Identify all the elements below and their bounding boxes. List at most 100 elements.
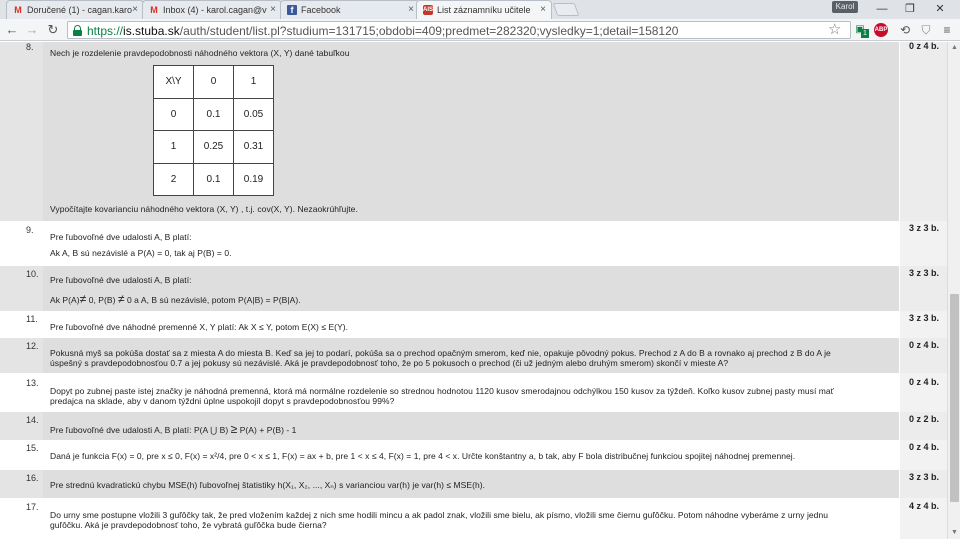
tab-title: Doručené (1) - cagan.karo	[27, 5, 133, 15]
browser-toolbar: ← → ↻ https://is.stuba.sk/auth/student/l…	[0, 19, 960, 41]
question-number: 13.	[26, 378, 39, 388]
gmail-icon: M	[150, 5, 158, 15]
back-button[interactable]: ←	[4, 22, 20, 38]
tab-facebook[interactable]: f Facebook ×	[280, 0, 420, 19]
question-row: 15. 0 z 4 b. Daná je funkcia F(x) = 0, p…	[0, 440, 947, 470]
facebook-icon: f	[287, 5, 297, 15]
question-number: 9.	[26, 225, 34, 235]
question-text: Nech je rozdelenie pravdepodobnosti náho…	[50, 48, 350, 58]
greater-equal-symbol: ≥	[230, 422, 238, 436]
question-points: 0 z 2 b.	[908, 414, 939, 424]
table-cell: X\Y	[153, 65, 194, 99]
forward-button[interactable]: →	[24, 22, 40, 38]
shield-icon[interactable]: ⛉	[918, 22, 934, 38]
table-cell: 0.1	[193, 162, 234, 196]
question-number: 11.	[26, 314, 38, 324]
question-text: guľôčku. Aká je pravdepodobnosť toho, že…	[50, 520, 327, 530]
scroll-up-arrow-icon[interactable]: ▲	[948, 42, 960, 54]
question-row: 17. 4 z 4 b. Do urny sme postupne vložil…	[0, 498, 947, 539]
url-path: /auth/student/list.pl?studium=131715;obd…	[179, 24, 679, 38]
adblock-plus-icon[interactable]: ABP	[874, 23, 888, 37]
question-points: 0 z 4 b.	[908, 42, 939, 51]
question-row: 14. 0 z 2 b. Pre ľubovoľné dve udalosti …	[0, 412, 947, 440]
url-scheme: https://	[87, 24, 124, 38]
text-fragment: Pre ľubovoľné dve udalosti A, B platí: P…	[50, 425, 231, 435]
question-number: 17.	[26, 502, 39, 512]
profile-badge[interactable]: Karol	[832, 1, 858, 13]
question-points: 3 z 3 b.	[908, 223, 939, 233]
url-text[interactable]: https://is.stuba.sk/auth/student/list.pl…	[87, 24, 678, 38]
table-cell: 0.25	[193, 130, 234, 164]
close-icon[interactable]: ×	[408, 4, 414, 15]
extension-icon[interactable]: ▣ 1	[852, 22, 869, 38]
sync-extension-icon[interactable]: ⟲	[897, 22, 913, 38]
not-equal-symbol: ≠	[79, 292, 87, 306]
question-text: úspešný s pravdepodobnosťou 0.7 a jej po…	[50, 358, 729, 368]
question-points: 0 z 4 b.	[908, 377, 939, 387]
text-fragment: P(A) + P(B) - 1	[237, 425, 297, 435]
question-row: 13. 0 z 4 b. Dopyt po zubnej paste istej…	[0, 373, 947, 412]
question-points: 3 z 3 b.	[908, 313, 939, 323]
reload-button[interactable]: ↻	[45, 22, 61, 38]
extension-badge: 1	[861, 29, 869, 38]
menu-icon[interactable]: ≡	[939, 22, 955, 38]
table-cell: 0.05	[233, 97, 274, 131]
table-cell: 0	[193, 65, 234, 99]
question-number: 12.	[26, 341, 39, 351]
restore-button[interactable]: ❐	[896, 0, 924, 19]
question-text: Daná je funkcia F(x) = 0, pre x ≤ 0, F(x…	[50, 451, 796, 461]
question-points: 3 z 3 b.	[908, 472, 939, 482]
tab-strip: M Doručené (1) - cagan.karo × M Inbox (4…	[0, 0, 960, 19]
question-points: 4 z 4 b.	[908, 501, 939, 511]
page-content: 8. 0 z 4 b. Nech je rozdelenie pravdepod…	[0, 42, 947, 539]
tab-gmail-2[interactable]: M Inbox (4) - karol.cagan@v ×	[142, 0, 282, 19]
question-text: Vypočítajte kovarianciu náhodného vektor…	[50, 204, 358, 214]
text-fragment: Ak P(A)	[50, 295, 80, 305]
tab-gmail-1[interactable]: M Doručené (1) - cagan.karo ×	[6, 0, 144, 19]
table-cell: 2	[153, 162, 194, 196]
question-text: predajca na sklade, aby v danom týždni ú…	[50, 396, 395, 406]
tab-title: Facebook	[301, 5, 341, 15]
address-bar[interactable]: https://is.stuba.sk/auth/student/list.pl…	[67, 21, 887, 39]
question-text: Dopyt po zubnej paste istej značky je ná…	[50, 386, 834, 396]
minimize-button[interactable]: —	[868, 0, 896, 19]
question-number: 14.	[26, 415, 39, 425]
question-points: 0 z 4 b.	[908, 442, 939, 452]
question-number: 8.	[26, 42, 34, 52]
close-icon[interactable]: ×	[270, 4, 276, 15]
gmail-icon: M	[14, 5, 22, 15]
lock-icon	[73, 25, 82, 36]
new-tab-button[interactable]	[552, 3, 580, 16]
question-number: 15.	[26, 443, 39, 453]
question-points: 3 z 3 b.	[908, 268, 939, 278]
question-number: 10.	[26, 269, 39, 279]
question-text: Pre ľubovoľné dve udalosti A, B platí:	[50, 232, 192, 242]
question-points: 0 z 4 b.	[908, 340, 939, 350]
question-text: Pokusná myš sa pokúša dostať sa z miesta…	[50, 348, 831, 358]
close-icon[interactable]: ×	[540, 4, 546, 15]
table-cell: 0.1	[193, 97, 234, 131]
text-fragment: 0 a A, B sú nezávislé, potom P(A|B) = P(…	[124, 295, 301, 305]
not-equal-symbol: ≠	[117, 292, 125, 306]
bookmark-star-icon[interactable]: ☆	[828, 21, 841, 39]
scroll-down-arrow-icon[interactable]: ▼	[948, 527, 960, 539]
vertical-scrollbar[interactable]: ▲ ▼	[947, 42, 960, 539]
question-row: 12. 0 z 4 b. Pokusná myš sa pokúša dosta…	[0, 338, 947, 373]
tab-list-zaznamniku[interactable]: AIS List záznamníku učitele ×	[416, 0, 552, 19]
table-cell: 0.19	[233, 162, 274, 196]
ais-icon: AIS	[423, 5, 434, 15]
question-text: Pre ľubovoľné dve udalosti A, B platí:	[50, 275, 192, 285]
close-window-button[interactable]: ✕	[926, 0, 954, 19]
question-text: Pre strednú kvadratickú chybu MSE(h) ľub…	[50, 480, 486, 490]
close-icon[interactable]: ×	[132, 4, 138, 15]
question-row: 11. 3 z 3 b. Pre ľubovoľné dve náhodné p…	[0, 311, 947, 338]
scrollbar-thumb[interactable]	[950, 294, 959, 502]
question-text: Ak P(A)≠ 0, P(B) ≠ 0 a A, B sú nezávislé…	[50, 292, 301, 306]
question-row: 8. 0 z 4 b. Nech je rozdelenie pravdepod…	[0, 42, 947, 221]
table-cell: 0	[153, 97, 194, 131]
question-text: Pre ľubovoľné dve udalosti A, B platí: P…	[50, 422, 296, 436]
question-row: 9. 3 z 3 b. Pre ľubovoľné dve udalosti A…	[0, 221, 947, 266]
question-row: 10. 3 z 3 b. Pre ľubovoľné dve udalosti …	[0, 266, 947, 311]
question-row: 16. 3 z 3 b. Pre strednú kvadratickú chy…	[0, 470, 947, 498]
text-fragment: 0, P(B)	[86, 295, 118, 305]
